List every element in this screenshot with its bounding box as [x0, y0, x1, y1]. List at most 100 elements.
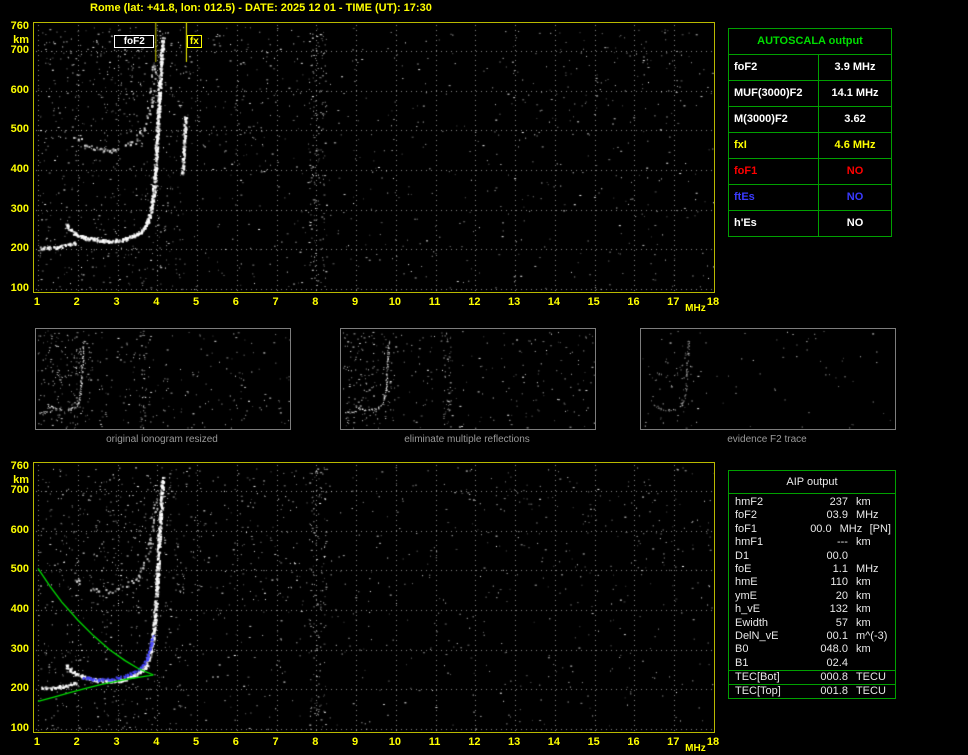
param-unit: km	[855, 576, 871, 589]
x-tick-label: 12	[468, 736, 481, 748]
table-row: h'Es NO	[729, 211, 891, 236]
param-value: 3.62	[844, 113, 866, 125]
param-value: 00.0	[826, 549, 848, 562]
table-row: hmF2 237 km	[729, 496, 895, 509]
param-extra	[891, 603, 895, 616]
param-label: fxI	[729, 133, 819, 158]
x-tick-label: 14	[547, 736, 561, 748]
param-unit	[848, 550, 891, 563]
ionogram-plot-bottom	[33, 462, 715, 733]
x-tick-label: 3	[113, 296, 120, 308]
x-tick-label: 15	[587, 736, 600, 748]
param-extra	[891, 590, 895, 603]
param-extra	[891, 536, 895, 549]
param-value: 1.1	[832, 562, 848, 575]
param-label: TEC[Bot]	[735, 671, 780, 684]
param-label: h_vE	[735, 603, 761, 616]
param-label: B1	[735, 656, 749, 669]
param-label: foE	[735, 562, 752, 575]
param-label: hmF2	[735, 496, 764, 508]
param-extra	[891, 630, 895, 643]
param-unit: TECU	[855, 671, 886, 684]
param-unit: km	[855, 603, 871, 616]
x-tick-label: 11	[428, 736, 441, 748]
y-tick-label: 760	[10, 19, 29, 32]
x-tick-label: 1	[33, 296, 41, 308]
param-value: 03.9	[826, 509, 848, 522]
table-row: B0 048.0 km	[729, 643, 895, 656]
x-tick-label: 16	[627, 736, 640, 748]
param-unit: km	[855, 496, 871, 508]
table-row: foE 1.1 MHz	[729, 563, 895, 576]
param-unit: m^(-3)	[855, 629, 888, 642]
param-extra	[891, 617, 895, 630]
ionogram-plot-top	[33, 22, 715, 293]
table-row: foF2 3.9 MHz	[729, 55, 891, 81]
table-row: fxI 4.6 MHz	[729, 133, 891, 159]
x-tick-label: 5	[192, 296, 200, 308]
fof2-marker-label: foF2	[114, 35, 155, 48]
param-value: ---	[836, 536, 848, 549]
x-tick-label: 6	[232, 736, 239, 748]
param-extra	[891, 576, 895, 589]
param-unit: km	[855, 536, 871, 549]
table-row: h_vE 132 km	[729, 603, 895, 616]
param-value: 237	[829, 496, 848, 508]
x-tick-label: 9	[352, 736, 359, 748]
x-tick-label: 2	[73, 296, 80, 308]
param-value: 20	[835, 589, 848, 602]
param-label: foF1	[735, 522, 758, 535]
param-extra	[891, 496, 895, 509]
x-tick-label: 11	[428, 296, 441, 308]
x-axis-unit-label: MHz	[685, 303, 706, 314]
param-extra	[891, 657, 895, 670]
param-unit: MHz	[855, 562, 879, 575]
param-extra	[891, 643, 895, 656]
param-unit: km	[855, 616, 871, 629]
x-tick-label: 16	[627, 296, 640, 308]
param-unit: km	[855, 589, 871, 602]
page-title: Rome (lat: +41.8, lon: 012.5) - DATE: 20…	[90, 2, 432, 14]
y-tick-label: 600	[10, 523, 29, 536]
table-row: B1 02.4	[729, 657, 895, 670]
x-tick-label: 4	[153, 296, 160, 308]
x-tick-label: 2	[73, 736, 80, 748]
x-tick-label: 13	[508, 736, 521, 748]
param-label: TEC[Top]	[735, 685, 781, 698]
table-row: TEC[Top] 001.8 TECU	[729, 684, 895, 698]
param-label: B0	[735, 643, 749, 656]
fx-marker-label: fx	[186, 35, 202, 48]
param-label: MUF(3000)F2	[729, 81, 819, 106]
param-label: Ewidth	[735, 616, 769, 629]
x-tick-label: 4	[153, 736, 160, 748]
param-label: foF2	[735, 509, 758, 522]
thumbnail-original-ionogram	[35, 328, 291, 430]
x-axis-unit-label: MHz	[685, 743, 706, 754]
thumbnail-caption: evidence F2 trace	[727, 434, 807, 445]
table-row: foF2 03.9 MHz	[729, 509, 895, 522]
x-tick-label: 17	[667, 296, 680, 308]
y-tick-label: 500	[10, 123, 29, 136]
y-axis-unit-label: km	[13, 473, 29, 486]
param-value: 00.1	[826, 629, 848, 642]
table-row: foF1 NO	[729, 159, 891, 185]
x-tick-label: 7	[272, 736, 279, 748]
y-tick-label: 500	[10, 563, 29, 576]
y-tick-label: 300	[10, 642, 29, 655]
param-label: M(3000)F2	[729, 107, 819, 132]
param-value: 110	[830, 576, 848, 589]
param-label: foF2	[729, 55, 819, 80]
x-tick-label: 10	[388, 296, 401, 308]
param-label: foF1	[729, 159, 819, 184]
x-tick-label: 15	[587, 296, 600, 308]
param-value: 02.4	[826, 656, 848, 669]
autoscala-panel-title: AUTOSCALA output	[729, 29, 891, 55]
thumbnail-evidence-f2-trace	[640, 328, 896, 430]
param-value: 001.8	[820, 685, 848, 698]
param-value: 3.9 MHz	[834, 61, 876, 73]
param-value: 00.0	[810, 522, 832, 535]
table-row: MUF(3000)F2 14.1 MHz	[729, 81, 891, 107]
thumbnail-eliminate-reflections	[340, 328, 596, 430]
table-row: foF1 00.0 MHz [PN]	[729, 523, 895, 536]
thumbnail-caption: eliminate multiple reflections	[404, 434, 530, 445]
